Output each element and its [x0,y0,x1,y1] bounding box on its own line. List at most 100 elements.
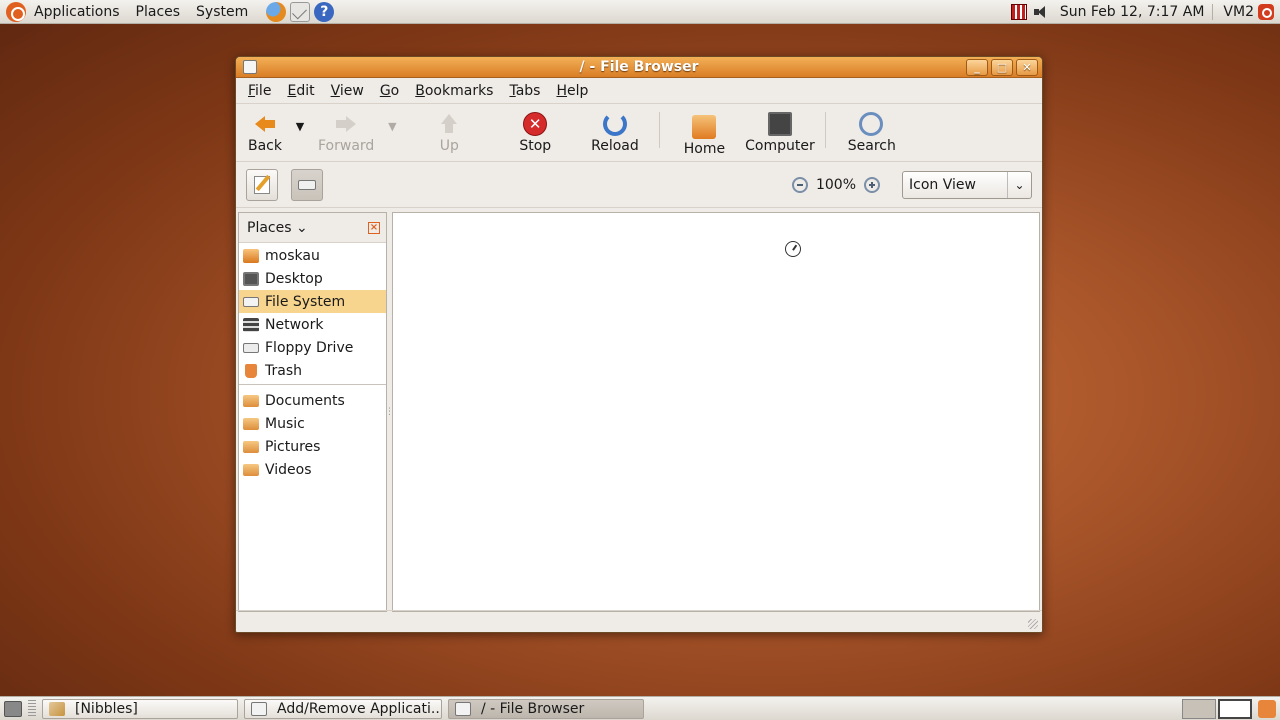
reload-label: Reload [591,138,639,154]
root-path-button[interactable] [291,168,323,201]
menu-file[interactable]: File [240,83,279,99]
network-status-icon[interactable] [1010,3,1027,20]
applications-menu[interactable]: Applications [26,0,128,24]
toolbar-separator [658,112,660,148]
back-button[interactable]: Back [248,112,282,154]
location-bar: 100% Icon View ⌄ [236,162,1042,208]
sidebar-item-file-system[interactable]: File System [239,290,386,313]
firefox-launcher-icon[interactable] [266,1,287,22]
places-menu[interactable]: Places [128,0,189,24]
back-arrow-icon [253,112,277,136]
forward-button[interactable]: Forward [318,112,374,154]
workspace-2[interactable] [1218,698,1252,719]
search-button[interactable]: Search [848,112,896,154]
sidebar-item-label: Desktop [265,270,323,287]
sidebar-item-documents[interactable]: Documents [239,389,386,412]
sidebar-header: Places ⌄ × [239,213,386,243]
window-title: / - File Browser [579,59,699,75]
forward-label: Forward [318,138,375,154]
back-history-dropdown[interactable]: ▼ [294,116,306,136]
sidebar-item-network[interactable]: Network [239,313,386,336]
file-view-pane[interactable] [392,212,1040,612]
window-controls: _ □ ✕ [966,58,1038,76]
menu-help[interactable]: Help [548,83,596,99]
file-browser-app-icon [455,701,471,716]
clock[interactable]: Sun Feb 12, 7:17 AM [1052,4,1213,20]
busy-cursor-icon [785,241,801,257]
sidebar-divider [239,384,386,385]
bookmarks-list: Documents Music Pictures Videos [239,388,386,481]
up-button[interactable]: Up [437,112,461,154]
stop-label: Stop [519,138,552,154]
volume-icon[interactable] [1033,4,1049,20]
task-label: Add/Remove Applicati... [277,700,442,717]
system-menu[interactable]: System [188,0,256,24]
menu-tabs[interactable]: Tabs [501,83,548,99]
toolbar: Back ▼ Forward ▼ Up ✕ Stop Reload Home C… [236,104,1042,162]
menu-view[interactable]: View [323,83,372,99]
workspace-1[interactable] [1182,698,1216,719]
workspace-switcher [1182,698,1252,719]
desktop-icon [243,271,259,286]
up-arrow-icon [437,112,461,136]
home-label: Home [683,141,726,157]
sidebar-item-trash[interactable]: Trash [239,359,386,382]
home-button[interactable]: Home [684,112,725,157]
menu-edit[interactable]: Edit [279,83,322,99]
computer-button[interactable]: Computer [745,112,815,154]
chevron-down-icon: ⌄ [1007,171,1031,198]
stop-button[interactable]: ✕ Stop [519,112,551,154]
show-desktop-icon[interactable] [4,700,22,717]
sidebar-item-desktop[interactable]: Desktop [239,267,386,290]
floppy-icon [243,342,259,353]
task-label: [Nibbles] [75,700,138,717]
reload-button[interactable]: Reload [591,112,639,154]
network-icon [243,317,259,332]
drive-icon [298,179,316,190]
sidebar-item-label: Floppy Drive [265,339,354,356]
sidebar-item-pictures[interactable]: Pictures [239,435,386,458]
text-location-toggle-button[interactable] [246,168,278,201]
taskbar-item-add-remove[interactable]: Add/Remove Applicati... [244,698,442,719]
close-sidebar-icon[interactable]: × [368,221,380,234]
trash-applet-icon[interactable] [1258,699,1276,718]
zoom-in-icon[interactable] [864,176,880,193]
forward-history-dropdown[interactable]: ▼ [386,116,398,136]
content-area: Places ⌄ × moskau Desktop File System Ne… [238,212,1040,612]
sidebar-item-videos[interactable]: Videos [239,458,386,481]
minimize-button[interactable]: _ [966,58,988,76]
window-menu-icon[interactable] [243,60,257,74]
drive-icon [243,296,259,307]
menu-go[interactable]: Go [372,83,407,99]
sidebar-item-floppy-drive[interactable]: Floppy Drive [239,336,386,359]
computer-label: Computer [745,138,815,154]
maximize-button[interactable]: □ [991,58,1013,76]
sidebar-item-label: Videos [265,461,312,478]
sidebar-title: Places [247,219,292,236]
sidebar-item-moskau[interactable]: moskau [239,244,386,267]
close-button[interactable]: ✕ [1016,58,1038,76]
panel-handle[interactable] [28,699,36,718]
help-launcher-icon[interactable]: ? [314,1,335,22]
window-titlebar[interactable]: / - File Browser _ □ ✕ [236,57,1042,78]
back-label: Back [248,138,282,154]
ubuntu-logo-icon[interactable] [6,1,26,22]
menu-bookmarks[interactable]: Bookmarks [407,83,501,99]
resize-grip-icon[interactable] [1028,619,1038,629]
sidebar-item-label: File System [265,293,346,310]
edit-location-icon [254,175,270,194]
taskbar-item-file-browser[interactable]: / - File Browser [448,698,644,719]
system-tray: Sun Feb 12, 7:17 AM VM2 [1008,0,1280,24]
user-switcher[interactable]: VM2 [1212,3,1258,20]
power-icon[interactable] [1258,3,1274,20]
zoom-level[interactable]: 100% [816,177,856,193]
taskbar-item-nibbles[interactable]: [Nibbles] [42,698,238,719]
sidebar-item-music[interactable]: Music [239,412,386,435]
file-browser-window: / - File Browser _ □ ✕ File Edit View Go… [235,56,1043,633]
search-icon [858,112,883,136]
sidebar-item-label: moskau [265,247,320,264]
view-mode-select[interactable]: Icon View ⌄ [902,170,1032,199]
mail-launcher-icon[interactable] [290,1,311,22]
zoom-out-icon[interactable] [791,176,808,193]
sidebar-type-select[interactable]: Places ⌄ [247,220,308,236]
